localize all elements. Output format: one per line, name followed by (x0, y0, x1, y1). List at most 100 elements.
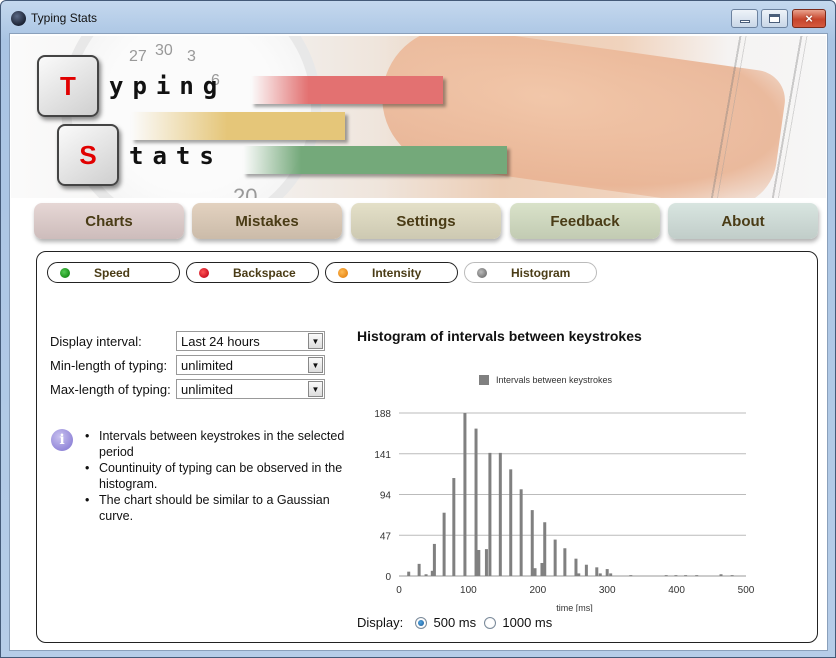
x-tick-label: 300 (599, 585, 616, 596)
y-tick-label: 47 (380, 531, 392, 542)
dropdown-arrow-icon[interactable]: ▼ (308, 357, 323, 373)
info-bullet: Countinuity of typing can be observed in… (85, 460, 345, 492)
max-length-select[interactable]: unlimited ▼ (176, 379, 325, 399)
display-interval-row: Display interval: Last 24 hours ▼ (50, 330, 330, 354)
min-length-row: Min-length of typing: unlimited ▼ (50, 354, 330, 378)
minimize-button[interactable] (731, 9, 758, 28)
maximize-icon (769, 14, 780, 23)
histogram-chart: 0 47 94 141 188 0 100 200 300 400 500 time [ms] (374, 409, 755, 612)
red-dot-icon (199, 268, 209, 278)
subtab-label: Backspace (233, 266, 296, 280)
maximize-button[interactable] (761, 9, 788, 28)
logo-key-s: S (57, 124, 119, 186)
nav-about[interactable]: About (668, 203, 818, 239)
radio-500ms[interactable] (414, 616, 427, 629)
logo-key-t: T (37, 55, 99, 117)
logo-bar-red (251, 76, 443, 104)
subtab-histogram[interactable]: Histogram (464, 262, 597, 283)
y-tick-label: 0 (385, 572, 391, 583)
histogram-bar (684, 575, 688, 577)
histogram-bar (664, 575, 668, 577)
title-bar[interactable]: Typing Stats × (1, 1, 835, 33)
histogram-bar (432, 543, 436, 576)
x-axis-label: time [ms] (556, 603, 593, 612)
min-length-label: Min-length of typing: (50, 358, 168, 373)
display-interval-label: Display interval: (50, 334, 142, 349)
x-tick-label: 500 (738, 585, 755, 596)
app-window: Typing Stats × 27 30 3 6 20 T yping S ta… (0, 0, 836, 658)
subtab-speed[interactable]: Speed (47, 262, 180, 283)
histogram-bar (629, 575, 633, 577)
histogram-bar (498, 452, 502, 576)
subtab-label: Histogram (511, 266, 571, 280)
orange-dot-icon (338, 268, 348, 278)
x-tick-label: 100 (460, 585, 477, 596)
app-icon (11, 11, 26, 26)
histogram-bar (488, 452, 492, 576)
info-bullet: The chart should be similar to a Gaussia… (85, 492, 345, 524)
histogram-bar (605, 569, 609, 576)
close-button[interactable]: × (792, 9, 826, 28)
display-interval-value: Last 24 hours (181, 334, 260, 349)
histogram-bar (519, 489, 523, 576)
nav-charts[interactable]: Charts (34, 203, 184, 239)
radio-1000ms-label[interactable]: 1000 ms (502, 615, 552, 630)
y-tick-label: 141 (374, 450, 391, 461)
histogram-bar (484, 549, 488, 576)
radio-1000ms[interactable] (483, 616, 496, 629)
y-tick-label: 94 (380, 491, 392, 502)
keyboard-photo (711, 36, 821, 198)
y-tick-label: 188 (374, 409, 391, 420)
max-length-row: Max-length of typing: unlimited ▼ (50, 378, 330, 402)
histogram-bar (543, 522, 547, 576)
close-icon: × (805, 11, 813, 26)
info-icon: i (51, 429, 73, 451)
header-banner: 27 30 3 6 20 T yping S tats (11, 36, 826, 198)
subtab-label: Intensity (372, 266, 422, 280)
display-interval-select[interactable]: Last 24 hours ▼ (176, 331, 325, 351)
dropdown-arrow-icon[interactable]: ▼ (308, 333, 323, 349)
filter-form: Display interval: Last 24 hours ▼ Min-le… (50, 330, 330, 402)
subtab-backspace[interactable]: Backspace (186, 262, 319, 283)
radio-500ms-label[interactable]: 500 ms (434, 615, 477, 630)
max-length-value: unlimited (181, 382, 234, 397)
logo-word-stats: tats (129, 142, 223, 170)
histogram-bar (553, 539, 557, 576)
histogram-bar (609, 573, 613, 576)
histogram-bar (474, 428, 478, 576)
min-length-select[interactable]: unlimited ▼ (176, 355, 325, 375)
histogram-bar (598, 573, 602, 576)
histogram-bar (477, 549, 481, 576)
max-length-label: Max-length of typing: (50, 382, 171, 397)
logo-word-typing: yping (109, 72, 227, 100)
histogram-bar (584, 564, 588, 576)
histogram-bar (574, 558, 578, 576)
histogram-bar (563, 548, 567, 576)
x-tick-label: 0 (396, 585, 402, 596)
histogram-bar (540, 562, 544, 576)
logo-bar-yellow (131, 112, 345, 140)
dropdown-arrow-icon[interactable]: ▼ (308, 381, 323, 397)
histogram-bar (674, 575, 678, 577)
display-label: Display: (357, 615, 404, 631)
info-list: Intervals between keystrokes in the sele… (85, 428, 345, 524)
histogram-bar (424, 574, 428, 576)
subtab-intensity[interactable]: Intensity (325, 262, 458, 283)
dial-number: 20 (233, 184, 258, 198)
window-title: Typing Stats (31, 11, 98, 25)
nav-mistakes[interactable]: Mistakes (192, 203, 342, 239)
dial-number: 27 (129, 48, 147, 65)
histogram-bar (463, 413, 467, 576)
histogram-bar (730, 575, 734, 577)
x-tick-label: 400 (668, 585, 685, 596)
nav-settings[interactable]: Settings (351, 203, 501, 239)
nav-feedback[interactable]: Feedback (510, 203, 660, 239)
green-dot-icon (60, 268, 70, 278)
histogram-bar (509, 469, 513, 576)
gray-dot-icon (477, 268, 487, 278)
legend-label: Intervals between keystrokes (496, 375, 613, 385)
histogram-bar (407, 571, 411, 576)
histogram-bar (533, 568, 537, 576)
legend-swatch (479, 375, 489, 385)
dial-number: 30 (155, 42, 173, 59)
